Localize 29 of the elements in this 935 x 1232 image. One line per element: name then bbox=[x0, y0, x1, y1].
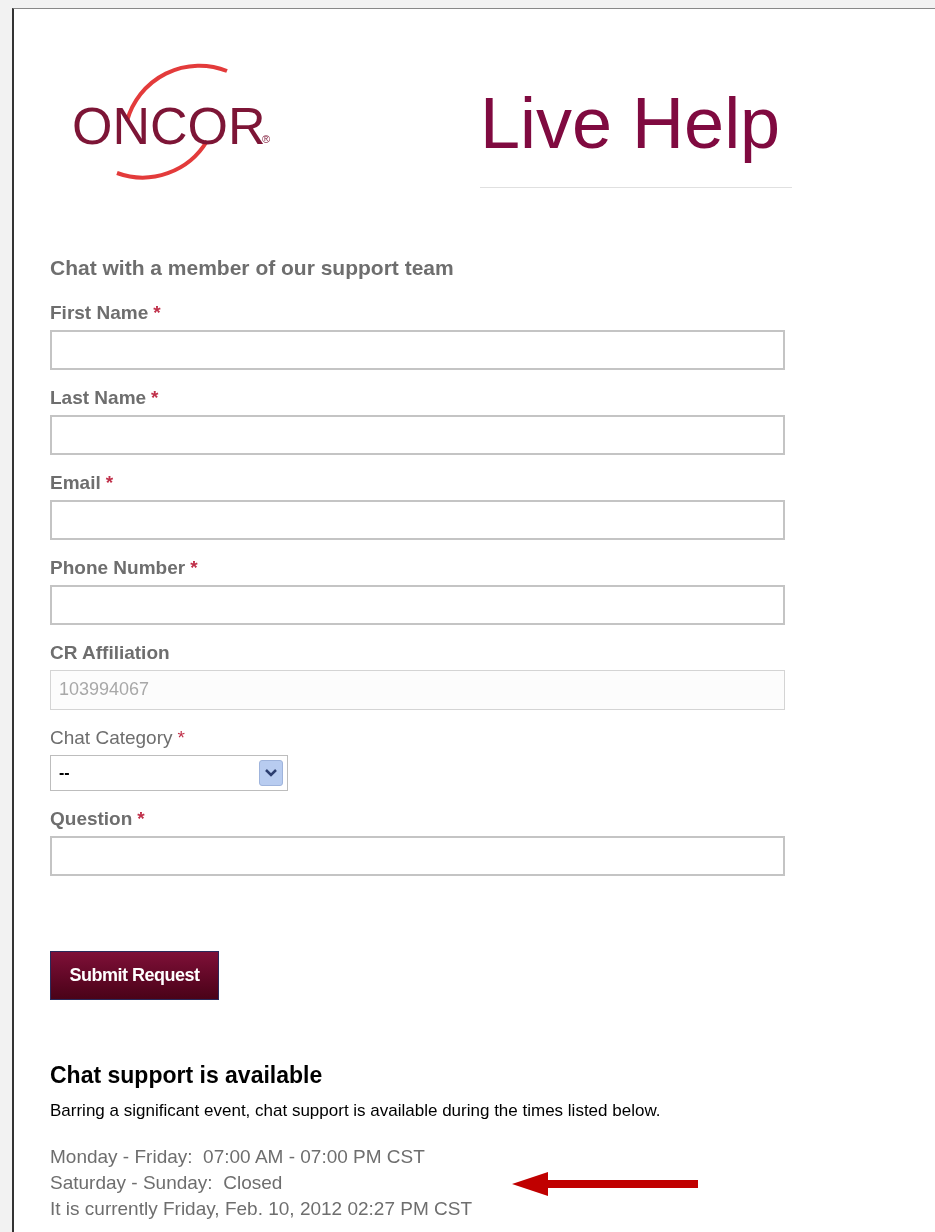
submit-button[interactable]: Submit Request bbox=[50, 950, 219, 1000]
required-mark: * bbox=[153, 301, 161, 326]
input-field[interactable] bbox=[50, 329, 785, 370]
hours-line: It is currently Friday, Feb. 10, 2012 02:27 PM CST bbox=[50, 1196, 474, 1221]
field-label: Chat Category bbox=[50, 726, 173, 751]
company-logo: ONCOR® bbox=[72, 51, 292, 196]
required-mark: * bbox=[177, 726, 185, 751]
required-mark: * bbox=[151, 386, 159, 411]
dropdown-icon bbox=[259, 759, 283, 786]
field-label: First Name bbox=[50, 301, 149, 326]
field-label: Phone Number bbox=[50, 556, 186, 581]
required-mark: * bbox=[105, 471, 114, 496]
field-label: Question bbox=[50, 807, 133, 832]
field-label: Email bbox=[50, 471, 101, 496]
form-heading: Chat with a member of our support team bbox=[50, 255, 455, 281]
input-field[interactable] bbox=[50, 499, 785, 540]
availability-note: Barring a significant event, chat support is available during the times listed below. bbox=[50, 1100, 662, 1122]
input-field[interactable] bbox=[50, 584, 785, 625]
arrow-icon bbox=[512, 1171, 700, 1196]
field-label: CR Affiliation bbox=[50, 641, 170, 666]
input-field[interactable] bbox=[50, 835, 785, 876]
availability-heading: Chat support is available bbox=[50, 1060, 324, 1090]
field-label: Last Name bbox=[50, 386, 147, 411]
input-field[interactable] bbox=[50, 414, 785, 455]
hours-line: Saturday - Sunday: Closed bbox=[50, 1170, 284, 1195]
required-mark: * bbox=[137, 807, 145, 832]
required-mark: * bbox=[190, 556, 198, 581]
category-select[interactable]: -- bbox=[50, 754, 288, 791]
hours-line: Monday - Friday: 07:00 AM - 07:00 PM CST bbox=[50, 1144, 426, 1169]
